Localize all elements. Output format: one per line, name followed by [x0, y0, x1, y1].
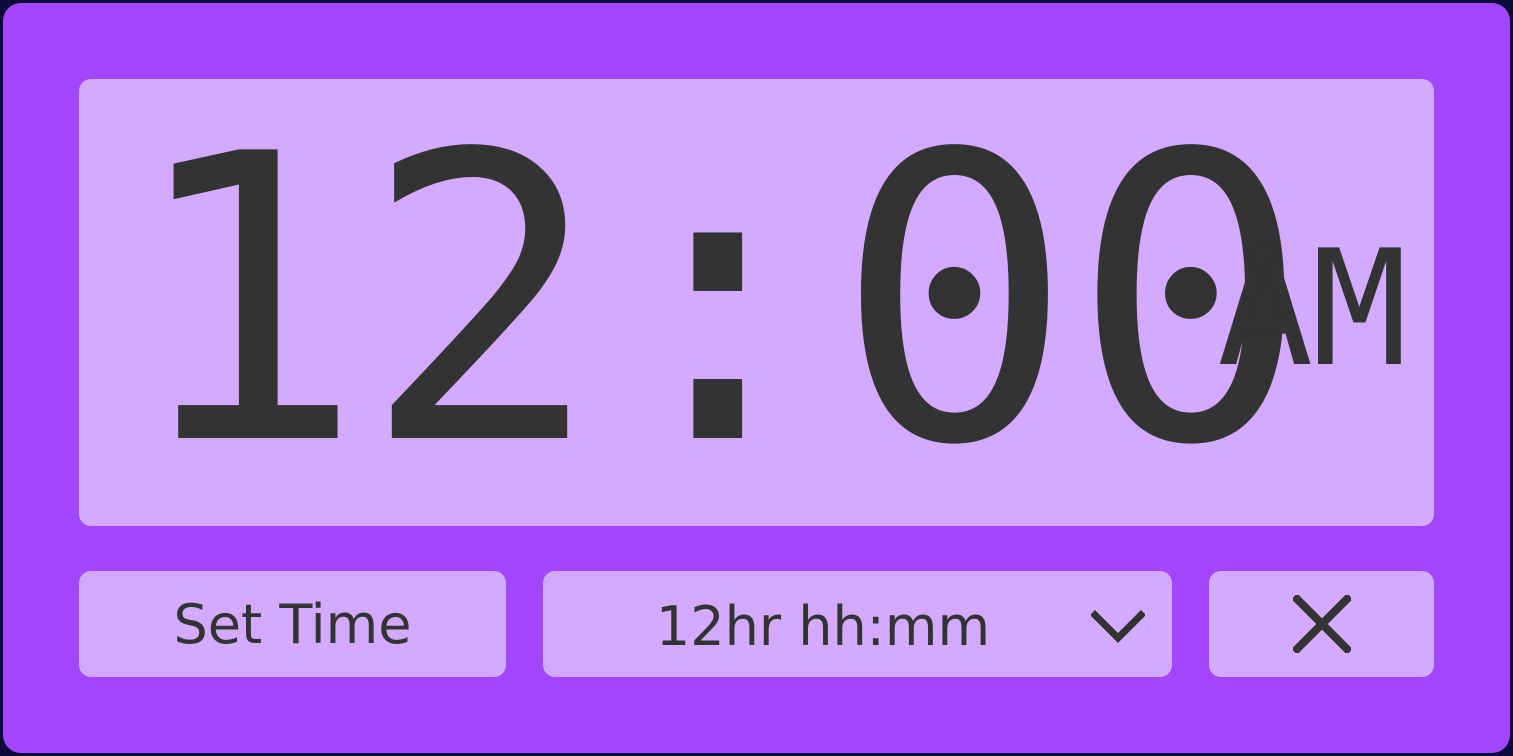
chevron-down-icon	[1091, 610, 1145, 643]
set-time-button[interactable]: Set Time	[79, 571, 506, 677]
time-display: 12:00 AM	[79, 79, 1434, 526]
meridiem-indicator: AM	[1217, 215, 1408, 402]
close-button[interactable]	[1209, 571, 1434, 677]
time-readout: 12:00	[126, 71, 1310, 532]
set-time-label: Set Time	[173, 592, 412, 656]
time-format-select[interactable]: 12hr hh:mm	[543, 571, 1172, 677]
time-format-selected: 12hr hh:mm	[655, 595, 991, 658]
close-icon	[1292, 595, 1351, 653]
clock-window: 12:00 AM Set Time 12hr hh:mm	[3, 3, 1510, 753]
